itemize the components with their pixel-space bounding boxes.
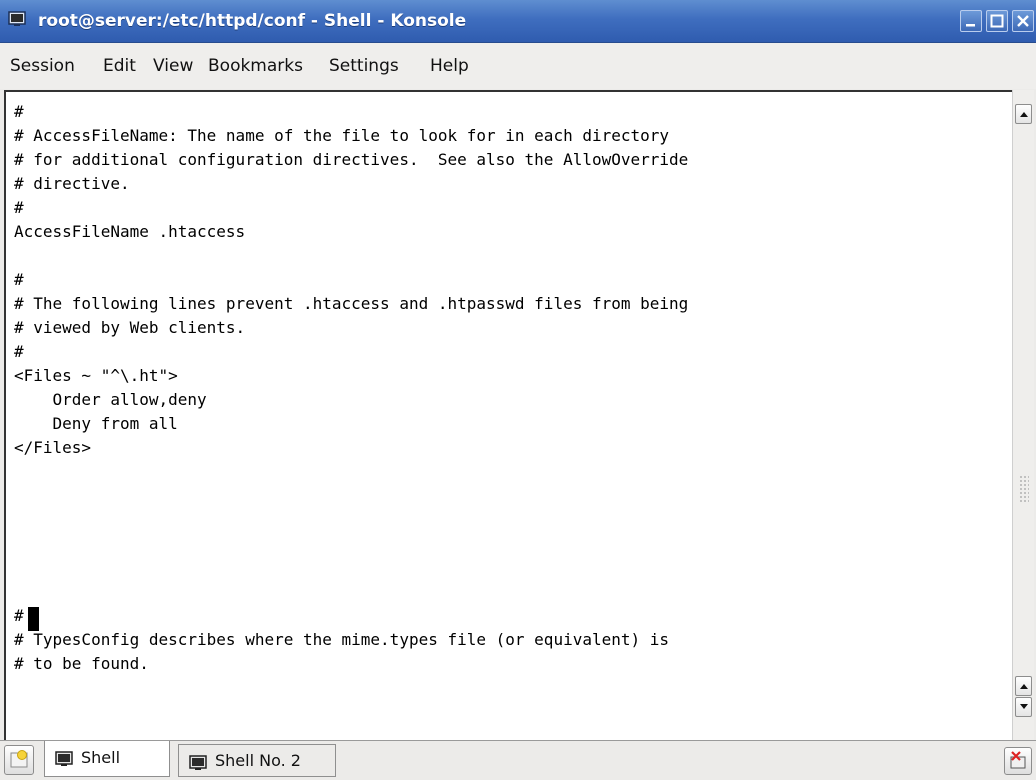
scroll-up-button[interactable] xyxy=(1015,104,1032,124)
menu-bookmarks[interactable]: Bookmarks xyxy=(208,43,303,89)
terminal-line: AccessFileName .htaccess xyxy=(14,222,246,241)
session-tab-bar: Shell Shell No. 2 xyxy=(0,740,1036,780)
terminal-line: # xyxy=(14,270,24,289)
menu-view[interactable]: View xyxy=(153,43,193,89)
maximize-button[interactable] xyxy=(986,10,1008,32)
close-icon xyxy=(1017,15,1029,27)
terminal-line: </Files> xyxy=(14,438,92,457)
menu-session[interactable]: Session xyxy=(10,43,75,89)
terminal-output: # # AccessFileName: The name of the file … xyxy=(14,100,688,676)
arrow-up-icon xyxy=(1020,112,1028,117)
close-session-button[interactable] xyxy=(1004,747,1032,775)
terminal-icon xyxy=(189,755,207,770)
close-session-icon xyxy=(1010,751,1026,769)
terminal-line: # xyxy=(14,102,24,121)
terminal-line: # xyxy=(14,198,24,217)
terminal-line: # TypesConfig describes where the mime.t… xyxy=(14,630,670,649)
menu-help[interactable]: Help xyxy=(430,43,469,89)
terminal-line: # xyxy=(14,342,24,361)
title-bar[interactable]: root@server:/etc/httpd/conf - Shell - Ko… xyxy=(0,0,1036,43)
terminal-area[interactable]: # # AccessFileName: The name of the file … xyxy=(4,90,1012,740)
scroll-down-button[interactable] xyxy=(1015,697,1032,717)
new-session-button[interactable] xyxy=(4,745,34,775)
text-cursor xyxy=(28,607,39,631)
new-session-icon xyxy=(10,750,28,768)
terminal-line: # viewed by Web clients. xyxy=(14,318,246,337)
terminal-line: # directive. xyxy=(14,174,130,193)
terminal-line: # AccessFileName: The name of the file t… xyxy=(14,126,670,145)
scroll-up-button-bottom[interactable] xyxy=(1015,676,1032,696)
menu-settings[interactable]: Settings xyxy=(329,43,399,89)
terminal-line: # xyxy=(14,606,24,625)
terminal-line: <Files ~ "^\.ht"> xyxy=(14,366,178,385)
tab-label: Shell xyxy=(81,748,121,767)
terminal-line: # to be found. xyxy=(14,654,149,673)
terminal-line: # The following lines prevent .htaccess … xyxy=(14,294,689,313)
scrollbar-grip[interactable] xyxy=(1019,475,1029,503)
arrow-down-icon xyxy=(1020,704,1028,709)
terminal-line: Order allow,deny xyxy=(14,390,207,409)
tab-shell-no-2[interactable]: Shell No. 2 xyxy=(178,744,336,777)
tab-shell[interactable]: Shell xyxy=(44,741,170,777)
close-button[interactable] xyxy=(1012,10,1034,32)
terminal-line: Deny from all xyxy=(14,414,178,433)
menu-edit[interactable]: Edit xyxy=(103,43,136,89)
window-title: root@server:/etc/httpd/conf - Shell - Ko… xyxy=(38,11,467,31)
maximize-icon xyxy=(990,14,1004,28)
minimize-icon xyxy=(966,24,975,27)
vertical-scrollbar[interactable] xyxy=(1012,90,1034,740)
menu-bar: Session Edit View Bookmarks Settings Hel… xyxy=(0,43,1036,89)
tab-label: Shell No. 2 xyxy=(215,751,301,770)
terminal-icon xyxy=(8,11,26,27)
terminal-icon xyxy=(55,751,73,766)
terminal-line: # for additional configuration directive… xyxy=(14,150,689,169)
minimize-button[interactable] xyxy=(960,10,982,32)
arrow-up-icon xyxy=(1020,684,1028,689)
